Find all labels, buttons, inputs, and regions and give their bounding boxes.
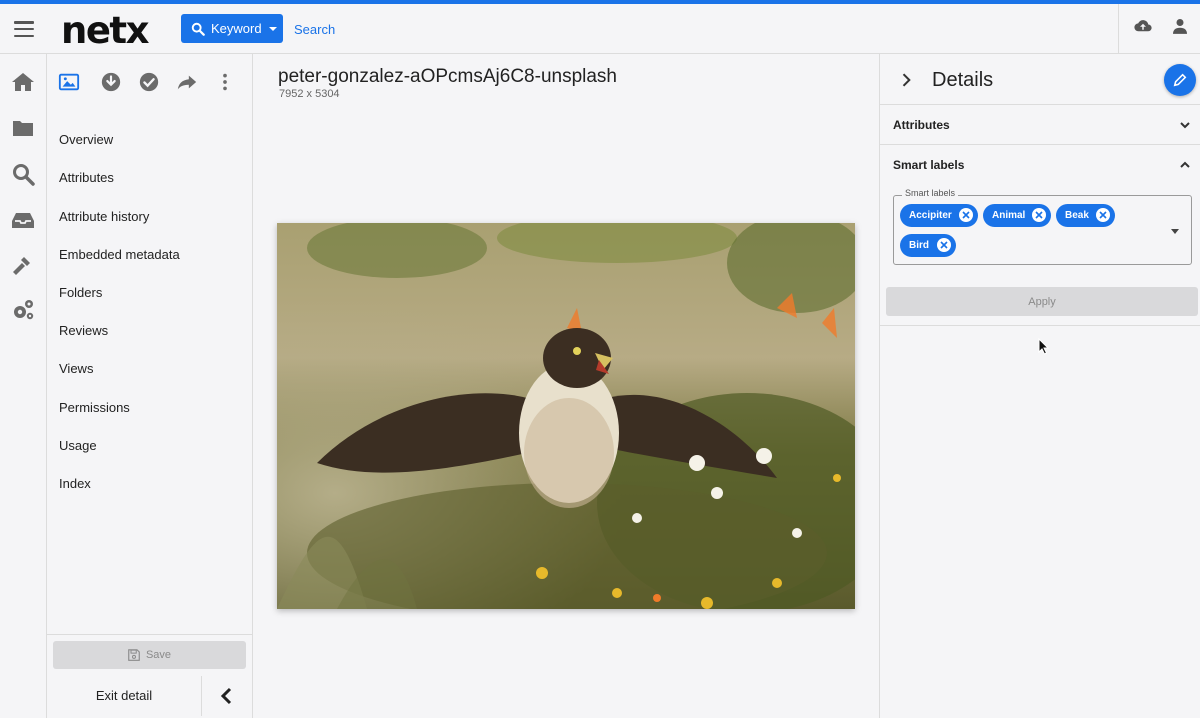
menu-item-index[interactable]: Index bbox=[59, 476, 91, 491]
floppy-disk-icon bbox=[128, 649, 140, 661]
chevron-down-icon bbox=[268, 26, 277, 31]
exit-detail-button[interactable]: Exit detail bbox=[47, 676, 201, 714]
asset-dimensions: 7952 x 5304 bbox=[279, 88, 340, 100]
asset-title: peter-gonzalez-aOPcmsAj6C8-unsplash bbox=[278, 66, 617, 87]
menu-item-usage[interactable]: Usage bbox=[59, 438, 97, 453]
chevron-down-icon bbox=[1180, 122, 1190, 129]
menu-item-permissions[interactable]: Permissions bbox=[59, 400, 130, 415]
attributes-section-header[interactable]: Attributes bbox=[880, 104, 1200, 144]
download-icon[interactable] bbox=[100, 71, 122, 93]
menu-item-folders[interactable]: Folders bbox=[59, 285, 102, 300]
checkmark-icon[interactable] bbox=[138, 71, 160, 93]
user-icon[interactable] bbox=[1173, 18, 1187, 34]
remove-chip-icon[interactable] bbox=[959, 208, 973, 222]
divider bbox=[47, 634, 253, 635]
menu-item-overview[interactable]: Overview bbox=[59, 132, 113, 147]
cloud-upload-icon[interactable] bbox=[1134, 18, 1152, 34]
chevron-right-icon[interactable] bbox=[896, 70, 916, 90]
detail-menu-panel: Overview Attributes Attribute history Em… bbox=[47, 54, 253, 718]
home-icon[interactable] bbox=[11, 70, 35, 94]
image-icon[interactable] bbox=[58, 71, 80, 93]
search-icon[interactable] bbox=[11, 162, 35, 186]
label-chip[interactable]: Bird bbox=[900, 234, 956, 257]
divider bbox=[201, 676, 202, 716]
search-mode-dropdown[interactable]: Keyword bbox=[181, 14, 283, 43]
save-label: Save bbox=[145, 649, 172, 661]
hammer-icon[interactable] bbox=[11, 254, 35, 278]
label-chip-text: Beak bbox=[1065, 210, 1089, 221]
remove-chip-icon[interactable] bbox=[1032, 208, 1046, 222]
mouse-cursor-icon bbox=[1038, 338, 1050, 355]
menu-item-reviews[interactable]: Reviews bbox=[59, 323, 108, 338]
remove-chip-icon[interactable] bbox=[937, 238, 951, 252]
folder-icon[interactable] bbox=[11, 116, 35, 140]
menu-item-embedded-metadata[interactable]: Embedded metadata bbox=[59, 247, 180, 262]
attributes-section-label: Attributes bbox=[893, 118, 950, 132]
more-vertical-icon[interactable] bbox=[214, 71, 236, 93]
save-button[interactable]: Save bbox=[53, 641, 246, 669]
label-chip-text: Animal bbox=[992, 210, 1026, 221]
netx-logo[interactable]: netx bbox=[61, 9, 150, 52]
search-mode-label: Keyword bbox=[211, 21, 262, 36]
pencil-icon bbox=[1173, 73, 1187, 87]
label-chip-text: Accipiter bbox=[909, 210, 952, 221]
menu-item-views[interactable]: Views bbox=[59, 361, 93, 376]
smart-labels-section-header[interactable]: Smart labels bbox=[880, 144, 1200, 184]
label-chip-text: Bird bbox=[909, 240, 929, 251]
menu-item-attribute-history[interactable]: Attribute history bbox=[59, 209, 149, 224]
dropdown-caret-icon[interactable] bbox=[1171, 229, 1179, 234]
divider bbox=[1118, 4, 1119, 54]
inbox-icon[interactable] bbox=[11, 208, 35, 232]
hamburger-menu-icon[interactable] bbox=[14, 21, 34, 38]
top-bar: netx Keyword bbox=[0, 0, 1200, 54]
menu-item-attributes[interactable]: Attributes bbox=[59, 170, 114, 185]
apply-button[interactable]: Apply bbox=[886, 287, 1198, 316]
label-chip[interactable]: Beak bbox=[1056, 204, 1115, 227]
magnifier-icon bbox=[191, 22, 205, 36]
smart-labels-field[interactable]: Smart labels Accipiter Animal Beak Bird bbox=[893, 188, 1192, 265]
chevron-up-icon bbox=[1180, 161, 1190, 168]
divider bbox=[880, 325, 1200, 326]
primary-nav bbox=[0, 54, 47, 718]
label-chip[interactable]: Animal bbox=[983, 204, 1051, 227]
smart-labels-section-label: Smart labels bbox=[893, 158, 965, 172]
search-input[interactable] bbox=[287, 16, 787, 42]
details-title: Details bbox=[932, 69, 994, 91]
chevron-left-icon[interactable] bbox=[215, 684, 239, 708]
remove-chip-icon[interactable] bbox=[1096, 208, 1110, 222]
share-icon[interactable] bbox=[176, 71, 198, 93]
details-panel: Details Attributes Smart labels Smart la… bbox=[879, 54, 1200, 718]
edit-button[interactable] bbox=[1164, 64, 1196, 96]
asset-preview-image[interactable] bbox=[277, 223, 855, 609]
gears-icon[interactable] bbox=[11, 298, 35, 322]
smart-labels-field-legend: Smart labels bbox=[902, 188, 959, 198]
label-chip[interactable]: Accipiter bbox=[900, 204, 978, 227]
asset-preview-area: peter-gonzalez-aOPcmsAj6C8-unsplash 7952… bbox=[253, 54, 879, 718]
